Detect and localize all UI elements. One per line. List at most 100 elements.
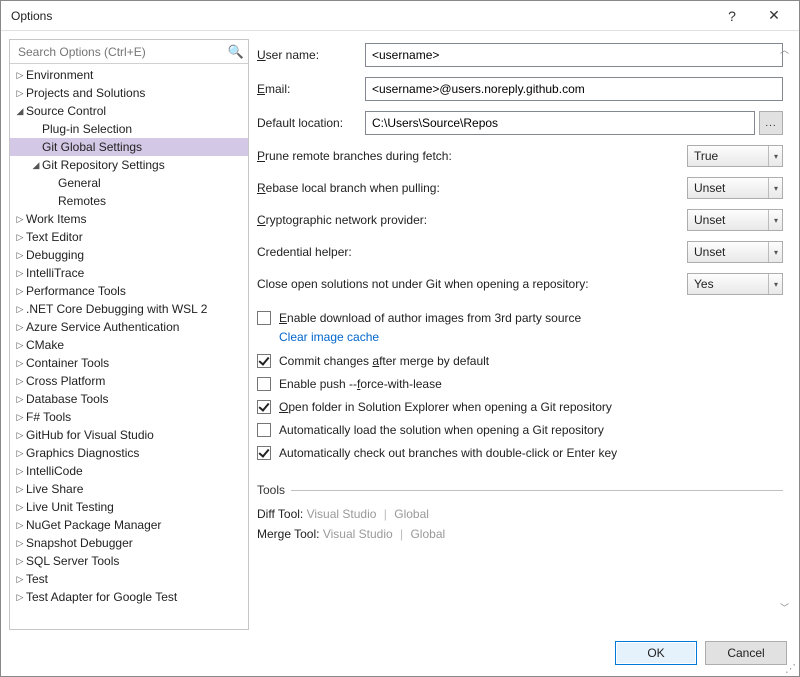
tree-node[interactable]: ▷Live Unit Testing [10, 498, 248, 516]
close-button[interactable]: ✕ [753, 2, 795, 30]
tree-node-label: .NET Core Debugging with WSL 2 [26, 302, 207, 316]
expander-icon[interactable]: ▷ [14, 394, 26, 405]
tree-node[interactable]: ▷IntelliTrace [10, 264, 248, 282]
expander-icon[interactable]: ▷ [14, 88, 26, 99]
search-box[interactable]: 🔍 [10, 40, 248, 64]
tree-node[interactable]: ▷SQL Server Tools [10, 552, 248, 570]
auto-load-solution-checkbox[interactable] [257, 423, 271, 437]
tree-node-label: GitHub for Visual Studio [26, 428, 154, 442]
tree-node[interactable]: ◢Source Control [10, 102, 248, 120]
tree-node-label: Debugging [26, 248, 84, 262]
ok-button[interactable]: OK [615, 641, 697, 665]
tree-node[interactable]: ▷Test Adapter for Google Test [10, 588, 248, 606]
commit-after-merge-label: Commit changes after merge by default [279, 354, 489, 368]
merge-tool-vs[interactable]: Visual Studio [323, 527, 393, 541]
expander-icon[interactable]: ▷ [14, 448, 26, 459]
tree-node[interactable]: ▷CMake [10, 336, 248, 354]
tree-node[interactable] [10, 606, 248, 624]
tree-node-label: Test Adapter for Google Test [26, 590, 177, 604]
tree-node[interactable]: ▷Test [10, 570, 248, 588]
expander-icon[interactable]: ▷ [14, 430, 26, 441]
tree-node[interactable]: ▷Live Share [10, 480, 248, 498]
tree-node[interactable]: ▷Environment [10, 66, 248, 84]
tree-node[interactable]: ▷Projects and Solutions [10, 84, 248, 102]
commit-after-merge-checkbox[interactable] [257, 354, 271, 368]
expander-icon[interactable]: ▷ [14, 574, 26, 585]
tree-node[interactable]: ▷Performance Tools [10, 282, 248, 300]
prune-select[interactable]: True ▾ [687, 145, 783, 167]
expander-icon[interactable]: ▷ [14, 376, 26, 387]
expander-icon[interactable]: ▷ [14, 232, 26, 243]
expander-icon[interactable]: ▷ [14, 250, 26, 261]
tree-node[interactable]: ▷Snapshot Debugger [10, 534, 248, 552]
tree-node[interactable]: ▷Debugging [10, 246, 248, 264]
expander-icon[interactable]: ▷ [14, 286, 26, 297]
merge-tool-global[interactable]: Global [410, 527, 445, 541]
tree-node[interactable]: General [10, 174, 248, 192]
crypto-select[interactable]: Unset ▾ [687, 209, 783, 231]
tree-node[interactable]: ▷Azure Service Authentication [10, 318, 248, 336]
email-input[interactable] [365, 77, 783, 101]
tree-node-label: CMake [26, 338, 64, 352]
tree-node[interactable]: Git Global Settings [10, 138, 248, 156]
expander-icon[interactable]: ▷ [14, 466, 26, 477]
expander-icon[interactable]: ▷ [14, 322, 26, 333]
help-button[interactable]: ? [711, 2, 753, 30]
expander-icon[interactable]: ▷ [14, 520, 26, 531]
browse-button[interactable]: ... [759, 111, 783, 135]
tree-node[interactable]: ▷.NET Core Debugging with WSL 2 [10, 300, 248, 318]
clear-image-cache-link[interactable]: Clear image cache [279, 330, 783, 344]
tree-node[interactable]: Plug-in Selection [10, 120, 248, 138]
username-input[interactable] [365, 43, 783, 67]
rebase-select[interactable]: Unset ▾ [687, 177, 783, 199]
tree-node[interactable]: ▷NuGet Package Manager [10, 516, 248, 534]
tree-node[interactable]: ▷Work Items [10, 210, 248, 228]
options-dialog: Options ? ✕ 🔍 ▷Environment▷Projects and … [0, 0, 800, 677]
tree-node[interactable]: ▷Cross Platform [10, 372, 248, 390]
expander-icon[interactable]: ▷ [14, 538, 26, 549]
expander-icon[interactable]: ▷ [14, 268, 26, 279]
tree-node[interactable]: ▷F# Tools [10, 408, 248, 426]
tree-node[interactable]: ▷Container Tools [10, 354, 248, 372]
open-folder-se-checkbox[interactable] [257, 400, 271, 414]
tree-node-label: F# Tools [26, 410, 71, 424]
tree-node[interactable]: ▷Graphics Diagnostics [10, 444, 248, 462]
expander-icon[interactable]: ▷ [14, 502, 26, 513]
diff-tool-row: Diff Tool: Visual Studio | Global [257, 507, 783, 521]
expander-icon[interactable]: ▷ [14, 358, 26, 369]
tree-node[interactable]: ◢Git Repository Settings [10, 156, 248, 174]
default-location-label: Default location: [257, 116, 365, 130]
default-location-input[interactable] [365, 111, 755, 135]
tree-node-label: Git Repository Settings [42, 158, 165, 172]
expander-icon[interactable]: ▷ [14, 214, 26, 225]
expander-icon[interactable]: ▷ [14, 484, 26, 495]
tree-node-label: Live Unit Testing [26, 500, 114, 514]
close-solutions-select[interactable]: Yes ▾ [687, 273, 783, 295]
tree-node[interactable]: ▷IntelliCode [10, 462, 248, 480]
expander-icon[interactable]: ◢ [30, 160, 42, 171]
expander-icon[interactable]: ▷ [14, 304, 26, 315]
search-input[interactable] [16, 44, 228, 60]
force-with-lease-checkbox[interactable] [257, 377, 271, 391]
tree-node[interactable]: ▷Text Editor [10, 228, 248, 246]
category-tree[interactable]: ▷Environment▷Projects and Solutions◢Sour… [10, 64, 248, 629]
expander-icon[interactable]: ▷ [14, 556, 26, 567]
diff-tool-vs[interactable]: Visual Studio [307, 507, 377, 521]
credential-select[interactable]: Unset ▾ [687, 241, 783, 263]
expander-icon[interactable]: ▷ [14, 592, 26, 603]
tree-node[interactable]: ▷GitHub for Visual Studio [10, 426, 248, 444]
diff-tool-global[interactable]: Global [394, 507, 429, 521]
auto-checkout-checkbox[interactable] [257, 446, 271, 460]
tree-node[interactable]: Remotes [10, 192, 248, 210]
cancel-button[interactable]: Cancel [705, 641, 787, 665]
tree-node-label: Azure Service Authentication [26, 320, 179, 334]
titlebar: Options ? ✕ [1, 1, 799, 31]
dialog-footer: OK Cancel [1, 630, 799, 676]
expander-icon[interactable]: ▷ [14, 340, 26, 351]
expander-icon[interactable]: ▷ [14, 70, 26, 81]
expander-icon[interactable]: ▷ [14, 412, 26, 423]
enable-author-images-checkbox[interactable] [257, 311, 271, 325]
credential-label: Credential helper: [257, 245, 687, 259]
tree-node[interactable]: ▷Database Tools [10, 390, 248, 408]
expander-icon[interactable]: ◢ [14, 106, 26, 117]
